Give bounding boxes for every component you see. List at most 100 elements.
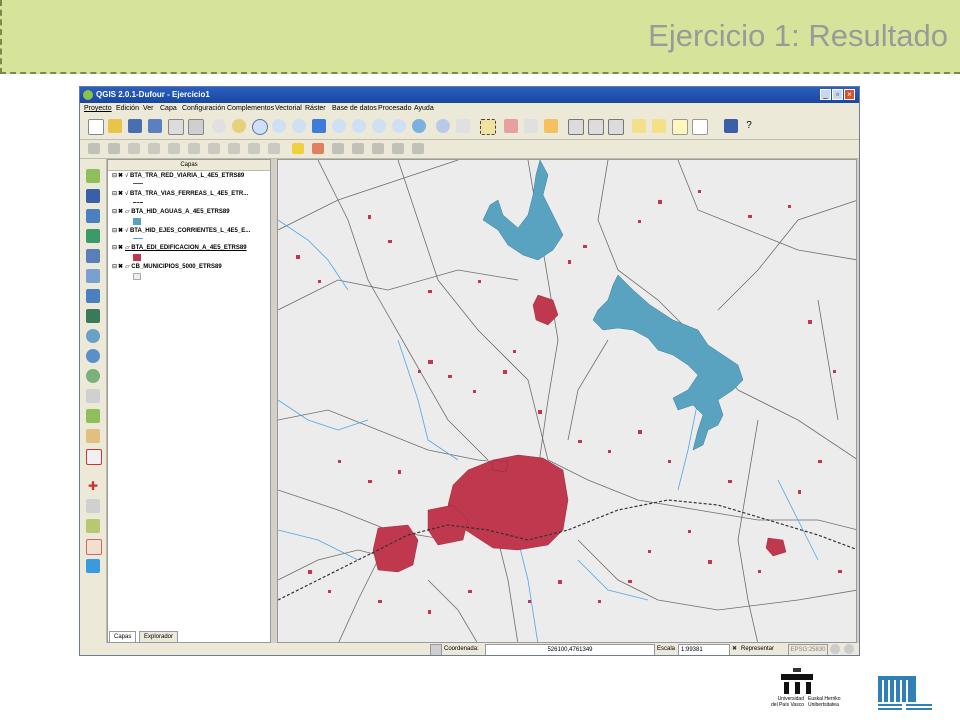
add-mssql-layer-icon[interactable] [86, 249, 100, 263]
refresh-icon[interactable] [412, 119, 426, 133]
copy-features-icon[interactable] [248, 143, 260, 154]
menu-ver[interactable]: Ver [143, 103, 154, 115]
menu-capa[interactable]: Capa [160, 103, 177, 115]
layer-item[interactable]: ⊟✖ √ BTA_HID_EJES_CORRIENTES_L_4E5_E... [112, 227, 250, 236]
toggle-edit-icon[interactable] [88, 143, 100, 154]
menu-complementos[interactable]: Complementos [227, 103, 274, 115]
current-edits-icon[interactable] [108, 143, 120, 154]
deselect-icon[interactable] [504, 119, 518, 133]
menu-edicion[interactable]: Edición [116, 103, 139, 115]
save-edits-icon[interactable] [128, 143, 140, 154]
label-rotate-icon[interactable] [372, 143, 384, 154]
add-spatialite-layer-icon[interactable] [86, 229, 100, 243]
crs-button[interactable]: EPSG:25830 [788, 644, 828, 655]
new-bookmark-icon[interactable] [652, 119, 666, 133]
layer-item[interactable]: ⊟✖ √ BTA_TRA_VIAS_FERREAS_L_4E5_ETR... [112, 190, 248, 199]
new-project-icon[interactable] [88, 119, 104, 135]
new-shapefile-icon[interactable] [86, 409, 100, 423]
menu-ayuda[interactable]: Ayuda [414, 103, 434, 115]
print-composer-icon[interactable] [168, 119, 184, 135]
label-tool-icon[interactable] [292, 143, 304, 154]
crs-status-icon[interactable] [830, 644, 840, 654]
layer-properties-icon[interactable] [608, 119, 624, 135]
zoom-to-selection-icon[interactable] [332, 119, 346, 133]
menu-raster[interactable]: Ráster [305, 103, 326, 115]
tab-capas[interactable]: Capas [109, 631, 137, 643]
label-pin-icon[interactable] [312, 143, 324, 154]
close-button[interactable]: × [844, 89, 855, 100]
menu-procesado[interactable]: Procesado [378, 103, 411, 115]
attribute-table-icon[interactable] [568, 119, 584, 135]
pan-to-selection-icon[interactable] [232, 119, 246, 133]
vector-tools-icon[interactable] [86, 539, 102, 555]
open-project-icon[interactable] [108, 119, 122, 133]
zoom-next-icon[interactable] [392, 119, 406, 133]
interpolation-icon[interactable] [86, 559, 100, 573]
label-change-icon[interactable] [392, 143, 404, 154]
zoom-out-icon[interactable] [272, 119, 286, 133]
zoom-in-icon[interactable] [252, 119, 268, 135]
add-raster-layer-icon[interactable] [86, 189, 100, 203]
map-canvas[interactable] [277, 159, 857, 643]
add-vector-layer-icon[interactable] [86, 169, 100, 183]
scale-field[interactable]: 1:99381 [678, 644, 730, 655]
layer-item[interactable]: ⊟✖ ▱ CB_MUNICIPIOS_5000_ETRS89 [112, 263, 222, 272]
bookmark-icon[interactable] [632, 119, 646, 133]
coordinate-toggle-icon[interactable] [430, 644, 442, 655]
minimize-button[interactable]: _ [820, 89, 831, 100]
menu-vectorial[interactable]: Vectorial [275, 103, 302, 115]
text-annotation-icon[interactable] [672, 119, 688, 135]
measure-icon[interactable] [524, 119, 538, 133]
field-calculator-icon[interactable] [588, 119, 604, 135]
zoom-full-icon[interactable] [312, 119, 326, 133]
label-highlight-icon[interactable] [332, 143, 344, 154]
zoom-to-layer-icon[interactable] [352, 119, 366, 133]
paste-features-icon[interactable] [268, 143, 280, 154]
zoom-last-icon[interactable] [372, 119, 386, 133]
save-project-icon[interactable] [128, 119, 142, 133]
composer-manager-icon[interactable] [188, 119, 204, 135]
remove-layer-icon[interactable] [86, 449, 102, 465]
add-postgis-layer-icon[interactable] [86, 209, 100, 223]
statistics-icon[interactable] [544, 119, 558, 133]
node-tool-icon[interactable] [188, 143, 200, 154]
save-as-icon[interactable] [148, 119, 162, 133]
coordinate-field[interactable]: 526100,4761349 [485, 644, 655, 655]
add-wms-layer-icon[interactable] [86, 289, 100, 303]
add-gpx-icon[interactable] [86, 389, 100, 403]
add-feature-icon[interactable] [148, 143, 160, 154]
menu-proyecto[interactable]: Proyecto [84, 103, 112, 115]
layer-label: CB_MUNICIPIOS_5000_ETRS89 [131, 264, 222, 270]
layer-item[interactable]: ⊟✖ √ BTA_TRA_RED_VIARIA_L_4E5_ETRS89 [112, 172, 244, 181]
new-spatialite-icon[interactable] [86, 429, 100, 443]
add-wfs-layer-icon[interactable] [86, 329, 100, 343]
action-icon[interactable] [456, 119, 470, 133]
tab-explorador[interactable]: Explorador [139, 631, 179, 643]
messages-icon[interactable] [844, 644, 854, 654]
gps-tool-icon[interactable] [86, 519, 100, 533]
label-show-hide-icon[interactable] [412, 143, 424, 154]
render-checkbox-icon[interactable]: ✖ [732, 643, 737, 655]
pan-map-icon[interactable] [212, 119, 226, 133]
add-delimited-text-icon[interactable] [86, 369, 100, 383]
add-oracle-layer-icon[interactable] [86, 269, 100, 283]
whats-this-icon[interactable]: ? [742, 119, 756, 133]
menu-configuracion[interactable]: Configuración [182, 103, 225, 115]
add-wcs-layer-icon[interactable] [86, 309, 100, 323]
coordinate-capture-icon[interactable]: ✚ [86, 479, 100, 493]
cut-features-icon[interactable] [228, 143, 240, 154]
add-wms-globe-icon[interactable] [86, 349, 100, 363]
label-move-icon[interactable] [352, 143, 364, 154]
select-features-icon[interactable] [480, 119, 496, 135]
georeferencer-icon[interactable] [86, 499, 100, 513]
zoom-native-icon[interactable] [292, 119, 306, 133]
maximize-button[interactable]: ▫ [832, 89, 843, 100]
delete-selected-icon[interactable] [208, 143, 220, 154]
menu-base-de-datos[interactable]: Base de datos [332, 103, 377, 115]
move-feature-icon[interactable] [168, 143, 180, 154]
layer-item[interactable]: ⊟✖ ▱ BTA_HID_AGUAS_A_4E5_ETRS89 [112, 208, 230, 217]
layer-item-selected[interactable]: ⊟✖ ▱ BTA_EDI_EDIFICACION_A_4E5_ETRS89 [112, 244, 247, 253]
help-icon[interactable] [724, 119, 738, 133]
annotation-tool-icon[interactable] [692, 119, 708, 135]
identify-icon[interactable] [436, 119, 450, 133]
